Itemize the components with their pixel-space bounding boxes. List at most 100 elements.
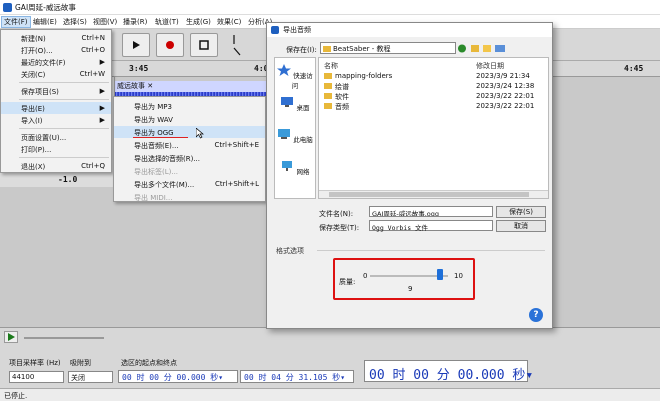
menu-select[interactable]: 选择(S) bbox=[63, 17, 87, 27]
menu-view[interactable]: 视图(V) bbox=[93, 17, 117, 27]
menu-generate[interactable]: 生成(G) bbox=[186, 17, 211, 27]
back-icon[interactable] bbox=[458, 44, 466, 53]
menu-separator bbox=[19, 82, 109, 83]
quality-value: 9 bbox=[408, 285, 413, 293]
quality-min: 0 bbox=[363, 272, 368, 280]
selection-tool-icon[interactable] bbox=[226, 32, 266, 58]
menu-item-open[interactable]: 打开(O)... Ctrl+O bbox=[1, 44, 111, 56]
column-header-name[interactable]: 名称 bbox=[324, 61, 338, 71]
dialog-title-bar: 导出音频 bbox=[267, 23, 552, 37]
places-bar: 快速访问 桌面 此电脑 网络 bbox=[274, 57, 316, 199]
snap-label: 吸附到 bbox=[70, 359, 91, 367]
quality-slider-thumb[interactable] bbox=[437, 269, 444, 280]
dialog-title: 导出音频 bbox=[283, 26, 311, 34]
filetype-label: 保存类型(T): bbox=[319, 224, 360, 232]
computer-icon bbox=[278, 129, 291, 139]
network-icon bbox=[282, 161, 293, 171]
menu-item-page-setup[interactable]: 页面设置(U)... bbox=[1, 131, 111, 143]
title-bar: GAI周延-威远故事 bbox=[0, 0, 660, 15]
window-title: GAI周延-威远故事 bbox=[15, 3, 76, 12]
menu-effect[interactable]: 效果(C) bbox=[217, 17, 241, 27]
nav-toolbar bbox=[458, 44, 505, 53]
folder-icon bbox=[324, 73, 332, 79]
filetype-select[interactable]: Ogg Vorbis 文件 bbox=[369, 220, 493, 232]
menu-record[interactable]: 播录(R) bbox=[123, 17, 147, 27]
export-submenu: 导出为 MP3 导出为 WAV 导出为 OGG 导出音频(E)... Ctrl+S… bbox=[113, 96, 266, 202]
file-menu: 新建(N) Ctrl+N 打开(O)... Ctrl+O 最近的文件(F) ▶ 关闭(… bbox=[0, 29, 112, 173]
scroll-thumb[interactable] bbox=[329, 192, 529, 197]
menu-item-close[interactable]: 关闭(C) Ctrl+W bbox=[1, 68, 111, 80]
folder-icon bbox=[324, 93, 332, 99]
submenu-item-export-selected[interactable]: 导出选择的音频(R)... bbox=[114, 152, 265, 164]
snap-select[interactable]: 关闭 bbox=[68, 371, 113, 383]
menu-item-save-project[interactable]: 保存项目(S) ▶ bbox=[1, 85, 111, 97]
place-network[interactable]: 网络 bbox=[275, 160, 315, 176]
filename-input[interactable]: GAI周延-威远故事.ogg bbox=[369, 206, 493, 217]
selection-label: 选区的起点和终点 bbox=[121, 359, 177, 367]
folder-icon bbox=[323, 46, 331, 52]
up-folder-icon[interactable] bbox=[471, 45, 479, 52]
play-at-speed-button[interactable] bbox=[4, 331, 18, 343]
mouse-cursor-icon bbox=[196, 128, 204, 139]
loop-button[interactable] bbox=[190, 33, 218, 57]
submenu-item-export-labels: 导出标签(L)... bbox=[134, 168, 179, 176]
save-in-value: BeatSaber - 教程 bbox=[333, 45, 391, 53]
column-header-date[interactable]: 修改日期 bbox=[476, 61, 504, 71]
selection-end-time[interactable]: 00 时 04 分 31.105 秒▾ bbox=[240, 370, 354, 383]
quality-label: 质量: bbox=[339, 278, 356, 286]
file-row[interactable]: 音频 2023/3/22 22:01 bbox=[319, 101, 548, 111]
submenu-item-export-multiple[interactable]: 导出多个文件(M)... Ctrl+Shift+L bbox=[114, 178, 265, 190]
help-button[interactable]: ? bbox=[529, 308, 543, 322]
status-bar: 已停止. bbox=[0, 388, 660, 401]
submenu-item-export-audio[interactable]: 导出音频(E)... Ctrl+Shift+E bbox=[114, 139, 265, 151]
cancel-button[interactable]: 取消 bbox=[496, 220, 546, 232]
menu-item-recent[interactable]: 最近的文件(F) ▶ bbox=[1, 56, 111, 68]
star-icon bbox=[277, 64, 292, 76]
menu-item-print[interactable]: 打印(P)... bbox=[1, 143, 111, 155]
play-speed-slider[interactable] bbox=[24, 337, 104, 339]
ruler-mark: 4:45 bbox=[624, 64, 644, 73]
loop-icon bbox=[199, 40, 209, 50]
menu-item-export[interactable]: 导出(E) ▶ bbox=[1, 102, 111, 114]
file-row[interactable]: 软件 2023/3/22 22:01 bbox=[319, 91, 548, 101]
file-row[interactable]: mapping-folders 2023/3/9 21:34 bbox=[319, 71, 548, 81]
app-icon bbox=[3, 3, 12, 12]
horizontal-scrollbar[interactable] bbox=[319, 190, 548, 198]
ruler-mark: 3:45 bbox=[129, 64, 149, 73]
save-in-dropdown[interactable]: BeatSaber - 教程 bbox=[320, 42, 456, 54]
file-list[interactable]: 名称 修改日期 mapping-folders 2023/3/9 21:34 绘谱… bbox=[318, 57, 549, 199]
menu-item-exit[interactable]: 退出(X) Ctrl+Q bbox=[1, 160, 111, 172]
menu-item-new[interactable]: 新建(N) Ctrl+N bbox=[1, 32, 111, 44]
folder-icon bbox=[324, 83, 332, 89]
menu-tracks[interactable]: 轨道(T) bbox=[155, 17, 179, 27]
file-row[interactable]: 绘谱 2023/3/24 12:38 bbox=[319, 81, 548, 91]
save-in-label: 保存在(I): bbox=[286, 46, 317, 54]
submenu-item-export-mp3[interactable]: 导出为 MP3 bbox=[114, 100, 265, 112]
play-icon bbox=[133, 41, 140, 49]
place-quick-access[interactable]: 快速访问 bbox=[275, 64, 315, 90]
gain-readout: -1.0 bbox=[58, 175, 78, 184]
selection-start-time[interactable]: 00 时 00 分 00.000 秒▾ bbox=[118, 370, 238, 383]
annotation-underline bbox=[133, 137, 188, 138]
quality-max: 10 bbox=[454, 272, 463, 280]
menu-separator bbox=[19, 99, 109, 100]
tools-group bbox=[226, 32, 266, 58]
place-this-pc[interactable]: 此电脑 bbox=[275, 128, 315, 144]
desktop-icon bbox=[281, 97, 294, 107]
place-desktop[interactable]: 桌面 bbox=[275, 96, 315, 112]
menu-separator bbox=[19, 157, 109, 158]
dialog-app-icon bbox=[271, 26, 279, 34]
audio-position-time[interactable]: 00 时 00 分 00.000 秒▾ bbox=[364, 360, 533, 383]
save-button[interactable]: 保存(S) bbox=[496, 206, 546, 218]
menu-file[interactable]: 文件(F) bbox=[1, 16, 31, 28]
view-menu-icon[interactable] bbox=[495, 45, 505, 52]
divider bbox=[317, 250, 545, 251]
menu-edit[interactable]: 编辑(E) bbox=[33, 17, 57, 27]
clip-name[interactable]: 威远故事 ✕ bbox=[115, 81, 270, 92]
new-folder-icon[interactable] bbox=[483, 45, 491, 52]
project-rate-select[interactable]: 44100 bbox=[9, 371, 64, 383]
record-button[interactable] bbox=[156, 33, 184, 57]
submenu-item-export-wav[interactable]: 导出为 WAV bbox=[114, 113, 265, 125]
menu-item-import[interactable]: 导入(I) ▶ bbox=[1, 114, 111, 126]
play-button[interactable] bbox=[122, 33, 150, 57]
